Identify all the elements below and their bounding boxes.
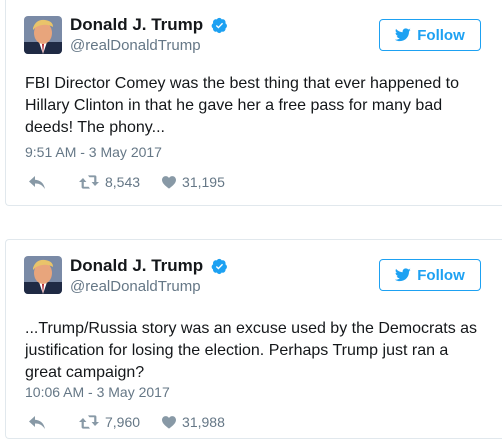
follow-label: Follow [417,26,465,44]
reply-icon [29,415,45,429]
tweet-card: Donald J. Trump @realDonaldTrump Follow … [5,239,502,439]
follow-button[interactable]: Follow [379,259,481,291]
tweet-actions: 7,960 31,988 [29,414,225,430]
handle[interactable]: @realDonaldTrump [70,36,228,56]
handle[interactable]: @realDonaldTrump [70,277,228,297]
tweet-actions: 8,543 31,195 [29,174,225,190]
avatar[interactable] [24,16,62,54]
timestamp[interactable]: 10:06 AM - 3 May 2017 [25,384,170,400]
timestamp[interactable]: 9:51 AM - 3 May 2017 [25,144,162,160]
reply-button[interactable] [29,175,47,189]
avatar[interactable] [24,256,62,294]
verified-badge-icon [211,258,228,275]
retweet-button[interactable]: 7,960 [79,414,140,430]
retweet-count: 7,960 [105,414,141,430]
twitter-bird-icon [395,28,411,42]
tweet-card: Donald J. Trump @realDonaldTrump Follow … [5,0,502,206]
follow-label: Follow [417,266,465,284]
display-name[interactable]: Donald J. Trump [70,256,203,276]
like-button[interactable]: 31,988 [162,414,225,430]
author-block: Donald J. Trump @realDonaldTrump [70,15,228,56]
retweet-icon [79,415,99,429]
like-count: 31,988 [182,414,225,430]
retweet-count: 8,543 [105,174,141,190]
heart-icon [162,175,177,189]
like-count: 31,195 [182,174,225,190]
tweet-text: FBI Director Comey was the best thing th… [25,75,460,136]
heart-icon [162,415,177,429]
twitter-bird-icon [395,268,411,282]
verified-badge-icon [211,17,228,34]
reply-button[interactable] [29,415,47,429]
retweet-button[interactable]: 8,543 [79,174,140,190]
reply-icon [29,175,45,189]
like-button[interactable]: 31,195 [162,174,225,190]
display-name[interactable]: Donald J. Trump [70,15,203,35]
retweet-icon [79,175,99,189]
author-block: Donald J. Trump @realDonaldTrump [70,256,228,297]
follow-button[interactable]: Follow [379,19,481,51]
tweet-text: ...Trump/Russia story was an excuse used… [25,320,478,381]
